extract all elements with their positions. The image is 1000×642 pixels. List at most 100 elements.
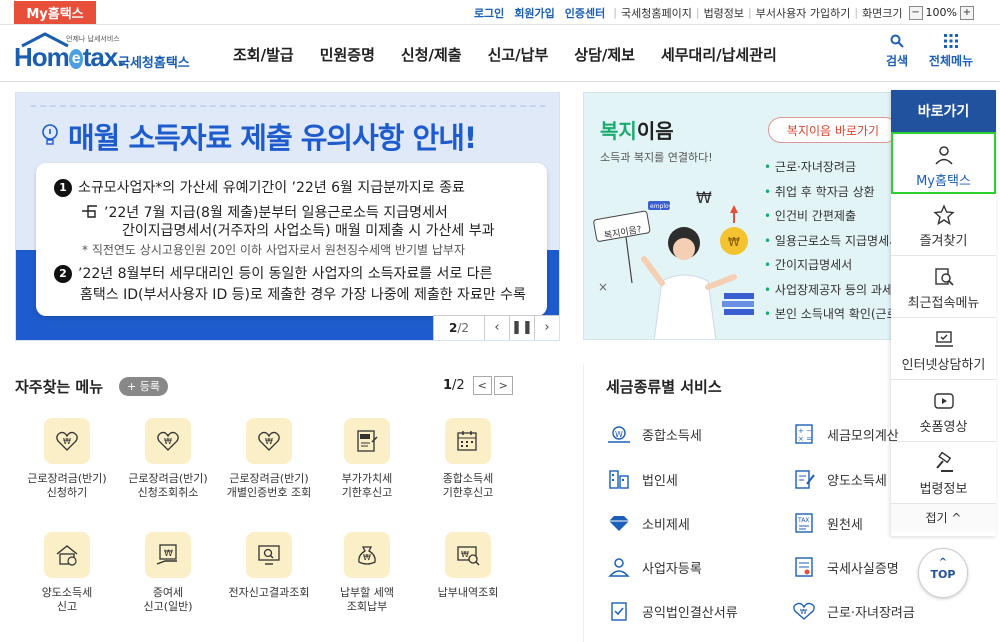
freq-item-eitc-apply[interactable]: ₩ 근로장려금(반기) 신청하기 bbox=[15, 418, 119, 500]
svg-text:₩: ₩ bbox=[461, 550, 469, 559]
search-button[interactable]: 검색 bbox=[870, 32, 924, 76]
svg-text:TAX: TAX bbox=[797, 517, 809, 524]
utility-links: 로그인 회원가입 인증센터 | 국세청홈페이지 | 법령정보 | 부서사용자 가… bbox=[464, 0, 974, 25]
quick-item-label: 숏폼영상 bbox=[919, 420, 968, 435]
tax-item-label: 국세사실증명 bbox=[827, 561, 899, 577]
frequent-prev-button[interactable]: < bbox=[472, 376, 492, 395]
freq-item-label: 종합소득세 bbox=[442, 472, 494, 485]
banner-pause-button[interactable]: ❚❚ bbox=[509, 316, 534, 340]
grid-menu-icon bbox=[944, 34, 958, 48]
tax-withholding[interactable]: TAX 원천세 bbox=[791, 512, 863, 534]
top-utility-bar: My홈택스 로그인 회원가입 인증센터 | 국세청홈페이지 | 법령정보 | 부… bbox=[0, 0, 1000, 25]
person-icon bbox=[608, 558, 630, 577]
law-info-link[interactable]: 법령정보 bbox=[704, 5, 744, 21]
freq-item-vat-late[interactable]: 부가가치세 기한후신고 bbox=[315, 418, 419, 500]
svg-text:₩: ₩ bbox=[164, 549, 173, 559]
freq-item-income-late[interactable]: 종합소득세 기한후신고 bbox=[416, 418, 520, 500]
tax-simulation[interactable]: + − × = 세금모의계산 bbox=[791, 423, 899, 445]
tax-item-label: 세금모의계산 bbox=[827, 428, 899, 444]
nts-homepage-link[interactable]: 국세청홈페이지 bbox=[621, 5, 692, 21]
nav-civil-cert[interactable]: 민원증명 bbox=[320, 44, 375, 65]
tax-business-registration[interactable]: 사업자등록 bbox=[606, 556, 702, 578]
scroll-top-button[interactable]: ^ TOP bbox=[918, 548, 968, 598]
tax-service-section: 세금종류별 서비스 W 종합소득세 법인세 소비제세 사업자등록 공익법인결산서… bbox=[583, 364, 915, 642]
freq-item-label: 신고(일반) bbox=[143, 600, 193, 613]
notice-banner[interactable]: 매월 소득자료 제출 유의사항 안내! 1 소규모사업자*의 가산세 유예기간이 … bbox=[15, 92, 560, 341]
main-header: 언제나 납세서비스 Hom e tax. 국세청홈택스 조회/발급 민원증명 신청/… bbox=[0, 26, 1000, 82]
frequent-next-button[interactable]: > bbox=[493, 376, 513, 395]
pointing-hand-icon bbox=[82, 205, 97, 218]
heart-won-icon: ₩ bbox=[793, 602, 815, 620]
nav-counsel-report[interactable]: 상담/제보 bbox=[574, 44, 635, 65]
tax-public-corp-docs[interactable]: 공익법인결산서류 bbox=[606, 600, 738, 622]
myhometax-tab[interactable]: My홈택스 bbox=[14, 1, 96, 24]
freq-item-eitc-cancel[interactable]: ₩ 근로장려금(반기) 신청조회취소 bbox=[116, 418, 220, 500]
freq-item-gift-tax[interactable]: ₩ 증여세 신고(일반) bbox=[116, 532, 220, 614]
quick-favorites[interactable]: 즐겨찾기 bbox=[891, 194, 996, 256]
tax-item-label: 근로·자녀장려금 bbox=[827, 605, 915, 621]
tax-global-income[interactable]: W 종합소득세 bbox=[606, 423, 702, 445]
banner-prev-button[interactable]: ‹ bbox=[484, 316, 509, 340]
welfare-item[interactable]: 본인 소득내역 확인(근로) bbox=[764, 302, 902, 327]
money-bag-icon: ₩ bbox=[358, 546, 376, 565]
welfare-item[interactable]: 취업 후 학자금 상환 bbox=[764, 180, 902, 205]
frequent-add-button[interactable]: + 등록 bbox=[119, 377, 168, 396]
svg-text:₩: ₩ bbox=[63, 437, 71, 446]
welfare-item[interactable]: 근로·자녀장려금 bbox=[764, 155, 902, 180]
welfare-shortcut-button[interactable]: 복지이음 바로가기 bbox=[768, 117, 898, 143]
quick-law-info[interactable]: 법령정보 bbox=[891, 442, 996, 504]
quick-myhometax[interactable]: My홈택스 bbox=[891, 132, 996, 194]
freq-item-label: 전자신고결과조회 bbox=[228, 586, 310, 599]
welfare-item[interactable]: 인건비 간편제출 bbox=[764, 204, 902, 229]
quick-fold-button[interactable]: 접기 ^ bbox=[891, 504, 996, 532]
tax-item-label: 원천세 bbox=[827, 517, 863, 533]
tax-corporate[interactable]: 법인세 bbox=[606, 468, 678, 490]
tax-transfer[interactable]: 양도소득세 bbox=[791, 468, 887, 490]
svg-text:₩: ₩ bbox=[265, 437, 273, 446]
welfare-item[interactable]: 일용근로소득 지급명세서 bbox=[764, 229, 902, 254]
calendar-icon bbox=[457, 431, 477, 451]
all-menu-button[interactable]: 전체메뉴 bbox=[924, 32, 978, 76]
login-link[interactable]: 로그인 bbox=[474, 5, 504, 21]
frequent-page-indicator: 1/2 bbox=[443, 378, 465, 393]
signup-link[interactable]: 회원가입 bbox=[514, 5, 554, 21]
hometax-logo[interactable]: 언제나 납세서비스 Hom e tax. 국세청홈택스 bbox=[14, 30, 204, 74]
tax-eitc[interactable]: ₩ 근로·자녀장려금 bbox=[791, 600, 915, 622]
quick-nav-panel: 바로가기 My홈택스 즐겨찾기 최근접속메뉴 인터넷상담하기 숏폼영상 법령정보… bbox=[891, 90, 996, 536]
nav-report-pay[interactable]: 신고/납부 bbox=[488, 44, 549, 65]
divider: | bbox=[748, 6, 752, 19]
heart-won-icon: ₩ bbox=[157, 431, 179, 451]
freq-item-payment-history[interactable]: ₩ 납부내역조회 bbox=[416, 532, 520, 600]
svg-text:×: × bbox=[598, 280, 608, 294]
freq-item-label: 근로장려금(반기) bbox=[27, 472, 107, 485]
quick-recent-menu[interactable]: 최근접속메뉴 bbox=[891, 256, 996, 318]
tax-consumption[interactable]: 소비제세 bbox=[606, 512, 690, 534]
dept-user-join-link[interactable]: 부서사용자 가입하기 bbox=[756, 5, 851, 21]
banner-title: 매월 소득자료 제출 유의사항 안내! bbox=[68, 121, 477, 155]
banner-line-1b: ’22년 7월 지급(8월 제출)분부터 일용근로소득 지급명세서 bbox=[104, 205, 448, 221]
play-video-icon bbox=[933, 393, 954, 409]
nav-inquiry-issue[interactable]: 조회/발급 bbox=[233, 44, 294, 65]
welfare-item[interactable]: 간이지급명세서 bbox=[764, 253, 902, 278]
quick-online-counsel[interactable]: 인터넷상담하기 bbox=[891, 318, 996, 380]
freq-item-tax-payment[interactable]: ₩ 납부할 세액 조회납부 bbox=[315, 532, 419, 614]
freq-item-transfer-tax[interactable]: 양도소득세 신고 bbox=[15, 532, 119, 614]
zoom-in-button[interactable]: + bbox=[960, 5, 974, 20]
freq-item-efiling-result[interactable]: 전자신고결과조회 bbox=[217, 532, 321, 600]
banner-line-1c: 간이지급명세서(거주자의 사업소득) 매월 미제출 시 가산세 부과 bbox=[122, 223, 495, 239]
zoom-control: − 100% + bbox=[908, 5, 974, 20]
tax-fact-cert[interactable]: 국세사실증명 bbox=[791, 556, 899, 578]
freq-item-label: 신청하기 bbox=[46, 486, 88, 499]
freq-item-eitc-code[interactable]: ₩ 근로장려금(반기) 개별인증번호 조회 bbox=[217, 418, 321, 500]
tax-item-label: 소비제세 bbox=[642, 517, 690, 533]
quick-shortform-video[interactable]: 숏폼영상 bbox=[891, 380, 996, 442]
all-menu-label: 전체메뉴 bbox=[928, 54, 974, 68]
zoom-out-button[interactable]: − bbox=[908, 5, 923, 20]
nav-apply-submit[interactable]: 신청/제출 bbox=[401, 44, 462, 65]
cert-center-link[interactable]: 인증센터 bbox=[565, 5, 605, 21]
welfare-item[interactable]: 사업장제공자 등의 과세자료 bbox=[764, 278, 902, 303]
banner-next-button[interactable]: › bbox=[534, 316, 559, 340]
nav-tax-agent[interactable]: 세무대리/납세관리 bbox=[661, 44, 777, 65]
diamond-icon bbox=[609, 516, 629, 531]
tax-service-title: 세금종류별 서비스 bbox=[606, 378, 722, 396]
